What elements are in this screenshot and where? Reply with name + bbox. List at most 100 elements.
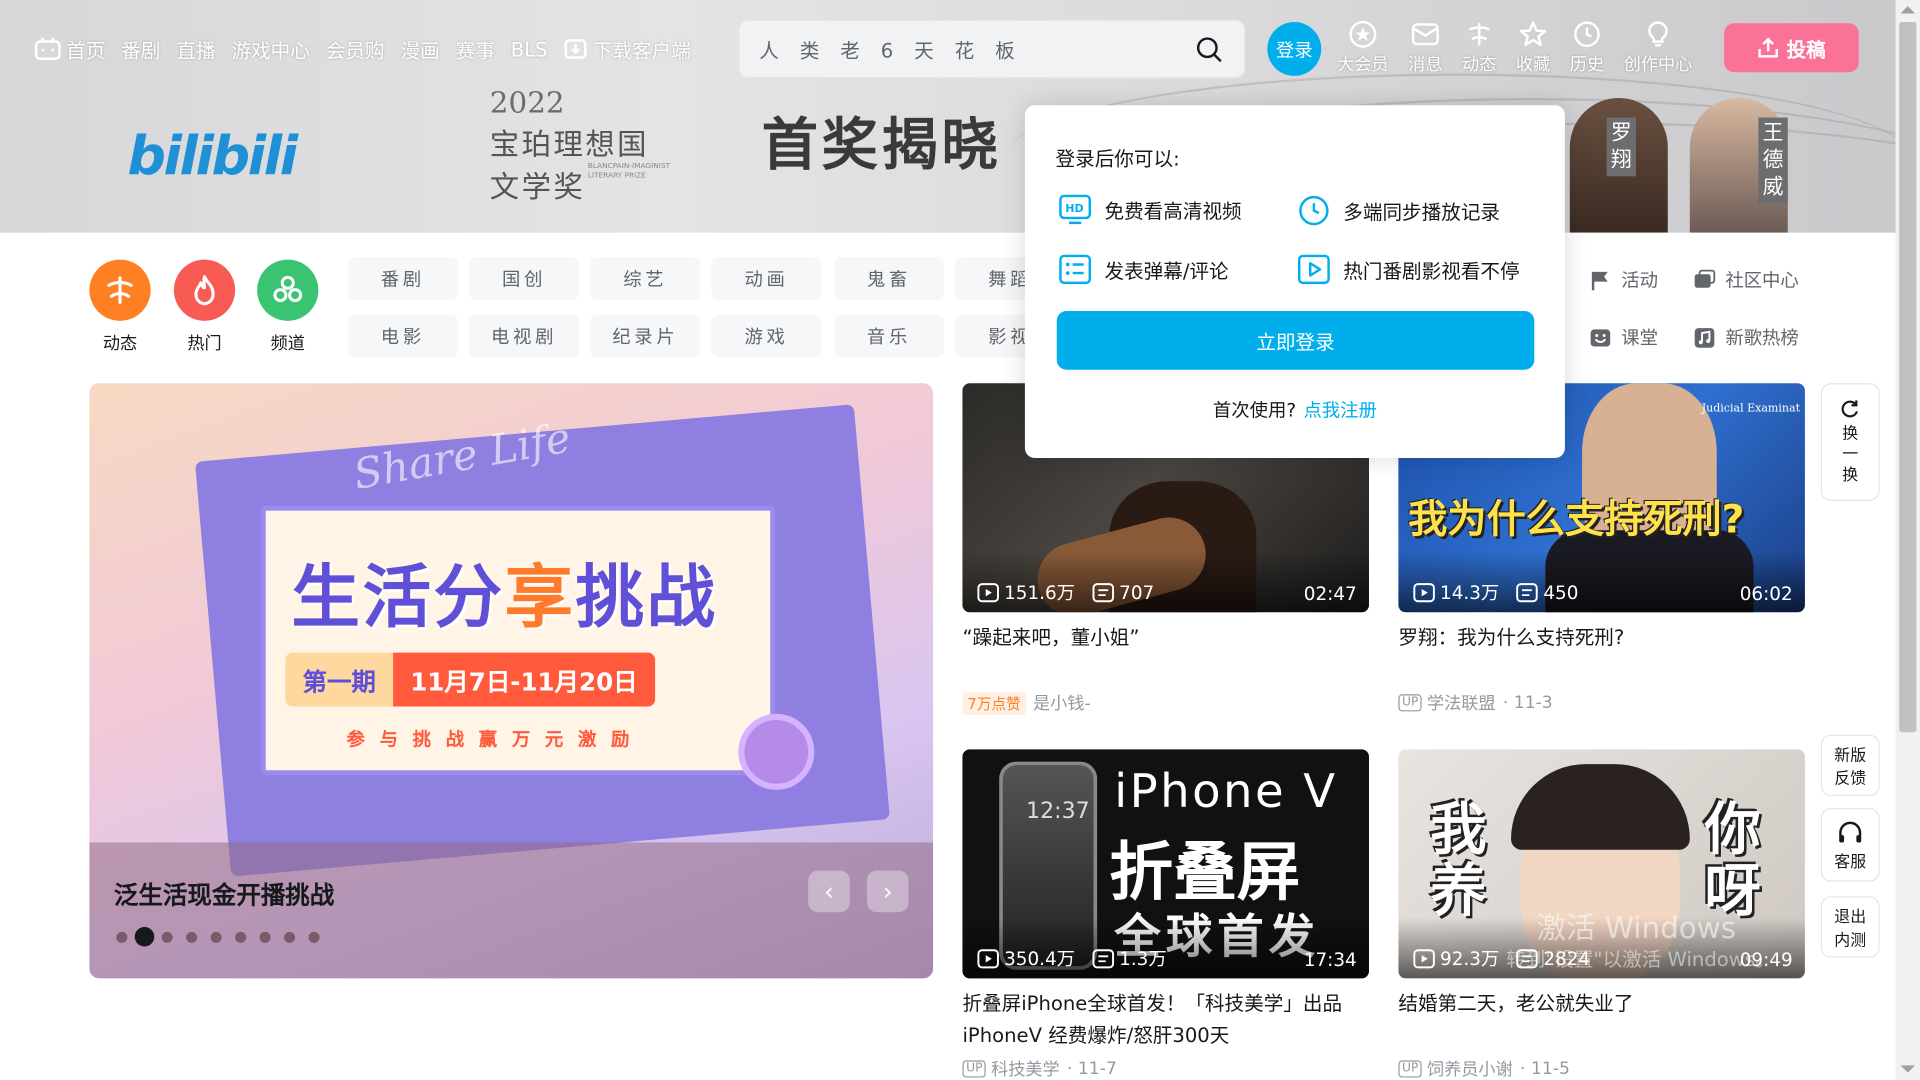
prize-title: 2022 宝珀理想国 文学奖 BLANCPAIN-IMAGINIST LITER…: [490, 86, 670, 206]
video-title[interactable]: 折叠屏iPhone全球首发！「科技美学」出品 iPhoneV 经费爆炸/怒肝30…: [962, 988, 1369, 1052]
thumbnail-overlay-text: iPhone V: [1114, 764, 1338, 818]
clock-icon: [1574, 21, 1600, 48]
title-part: 战: [646, 558, 718, 638]
carousel-dot[interactable]: [161, 931, 173, 943]
carousel-dot[interactable]: [259, 931, 271, 943]
category-documentary[interactable]: 纪录片: [590, 314, 701, 358]
link-new-songs[interactable]: 新歌热榜: [1693, 324, 1799, 350]
dynamic-entry[interactable]: 动态: [1462, 20, 1496, 76]
feature-danmaku: 发表弹幕/评论: [1058, 253, 1229, 285]
video-title[interactable]: “躁起来吧，董小姐”: [962, 622, 1369, 686]
category-variety[interactable]: 综艺: [590, 257, 701, 301]
carousel-subtitle: 参与挑战赢万元激励: [346, 728, 645, 751]
scroll-up-icon[interactable]: [1900, 6, 1916, 14]
video-thumbnail[interactable]: 12:37 iPhone V 折叠屏 全球首发 350.4万 1.3万 17:3…: [962, 749, 1369, 979]
exit-beta-button[interactable]: 退出 内测: [1820, 896, 1880, 958]
category-music[interactable]: 音乐: [833, 314, 945, 358]
page-scrollbar[interactable]: [1895, 0, 1920, 1080]
tv-icon: [34, 37, 61, 61]
video-title[interactable]: 罗翔：我为什么支持死刑?: [1398, 622, 1805, 686]
video-title[interactable]: 结婚第二天，老公就失业了: [1398, 988, 1805, 1052]
nav-mall[interactable]: 会员购: [326, 34, 385, 63]
category-kichiku[interactable]: 鬼畜: [833, 257, 945, 301]
carousel-dot[interactable]: [235, 931, 247, 943]
nav-bls[interactable]: BLS: [511, 37, 548, 60]
link-community[interactable]: 社区中心: [1693, 267, 1799, 293]
login-popup: 登录后你可以: HD 免费看高清视频 多端同步播放记录 发表弹幕/评论 热门番剧…: [1024, 105, 1565, 458]
nav-manga[interactable]: 漫画: [401, 34, 440, 63]
scroll-down-icon[interactable]: [1900, 1065, 1916, 1073]
popup-title: 登录后你可以:: [1055, 146, 1180, 171]
category-movie[interactable]: 电影: [347, 314, 458, 358]
video-author[interactable]: 科技美学: [991, 1057, 1060, 1080]
register-link[interactable]: 点我注册: [1303, 399, 1376, 421]
link-label: 新歌热榜: [1725, 326, 1799, 349]
thumbnail-overlay-text: 我养: [1430, 795, 1487, 924]
link-label: 课堂: [1621, 326, 1658, 349]
nav-download[interactable]: 下载客户端: [563, 34, 691, 63]
channel-dynamic[interactable]: 动态: [89, 259, 151, 356]
upload-button[interactable]: 投稿: [1724, 23, 1859, 73]
carousel-dot[interactable]: [308, 931, 320, 943]
upload-label: 投稿: [1786, 37, 1826, 62]
customer-service-button[interactable]: 客服: [1820, 808, 1880, 882]
category-bangumi[interactable]: 番剧: [347, 257, 458, 301]
channel-channels[interactable]: 频道: [257, 259, 319, 356]
carousel-next-button[interactable]: ›: [866, 870, 909, 913]
nav-label: 首页: [66, 39, 106, 63]
nav-home[interactable]: 首页: [34, 34, 105, 63]
scrollbar-thumb[interactable]: [1899, 22, 1917, 733]
name-tag: 罗翔: [1606, 117, 1636, 177]
thumbnail-text: Judicial Examinat: [1701, 402, 1801, 416]
channel-hot[interactable]: 热门: [173, 259, 236, 356]
hero-carousel[interactable]: Share Life 生活分享挑战 第一期 11月7日-11月20日 参与挑战赢…: [89, 383, 934, 979]
popup-login-button[interactable]: 立即登录: [1056, 311, 1535, 370]
favorite-entry[interactable]: 收藏: [1516, 20, 1550, 76]
play-count-icon: [1413, 948, 1435, 968]
carousel-prev-button[interactable]: ‹: [808, 870, 850, 913]
carousel-dot[interactable]: [134, 926, 155, 947]
message-entry[interactable]: 消息: [1408, 20, 1442, 76]
category-game[interactable]: 游戏: [711, 314, 822, 358]
login-button[interactable]: 登录: [1267, 22, 1322, 76]
nav-live[interactable]: 直播: [176, 34, 215, 63]
star-icon: [1519, 21, 1547, 47]
category-tv[interactable]: 电视剧: [468, 314, 580, 358]
nav-bangumi[interactable]: 番剧: [121, 34, 160, 63]
nav-game-center[interactable]: 游戏中心: [231, 34, 309, 63]
video-author[interactable]: 是小钱-: [1033, 691, 1091, 715]
refresh-label: 换一换: [1842, 424, 1859, 485]
nav-match[interactable]: 赛事: [456, 34, 495, 63]
link-classroom[interactable]: 课堂: [1589, 324, 1658, 350]
category-guochuang[interactable]: 国创: [468, 257, 580, 301]
icon-label: 创作中心: [1623, 55, 1693, 75]
refresh-button[interactable]: 换一换: [1820, 383, 1880, 501]
feedback-button[interactable]: 新版 反馈: [1820, 734, 1880, 796]
video-author[interactable]: 饲养员小谢: [1427, 1057, 1513, 1080]
svg-text:HD: HD: [1065, 202, 1083, 215]
carousel-dot[interactable]: [210, 931, 222, 943]
vip-entry[interactable]: 大会员: [1337, 20, 1389, 76]
video-author[interactable]: 学法联盟: [1427, 691, 1496, 715]
link-label: 活动: [1621, 269, 1658, 292]
category-animation[interactable]: 动画: [711, 257, 822, 301]
play-count-icon: [1413, 582, 1435, 602]
feature-hd: HD 免费看高清视频: [1058, 193, 1242, 225]
channel-label: 频道: [270, 334, 305, 354]
carousel-dot[interactable]: [116, 931, 128, 943]
link-label: 社区中心: [1725, 269, 1799, 292]
search-icon[interactable]: [1195, 36, 1224, 65]
carousel-dot[interactable]: [284, 931, 296, 943]
creator-entry[interactable]: 创作中心: [1623, 20, 1693, 76]
video-meta: UP 科技美学 · 11-7: [962, 1057, 1369, 1080]
search-input[interactable]: [759, 35, 1176, 65]
history-entry[interactable]: 历史: [1570, 20, 1604, 76]
top-nav: 首页 番剧 直播 游戏中心 会员购 漫画 赛事 BLS 下载客户端: [34, 32, 706, 66]
carousel-caption[interactable]: 泛生活现金开播挑战: [114, 876, 334, 912]
bilibili-logo[interactable]: bilibili: [127, 125, 298, 196]
flag-icon: [1591, 271, 1608, 290]
link-activity[interactable]: 活动: [1589, 267, 1658, 293]
video-card[interactable]: 12:37 iPhone V 折叠屏 全球首发 350.4万 1.3万 17:3…: [962, 749, 1369, 1080]
danmaku-count: 707: [1119, 581, 1155, 604]
carousel-dot[interactable]: [186, 931, 198, 943]
